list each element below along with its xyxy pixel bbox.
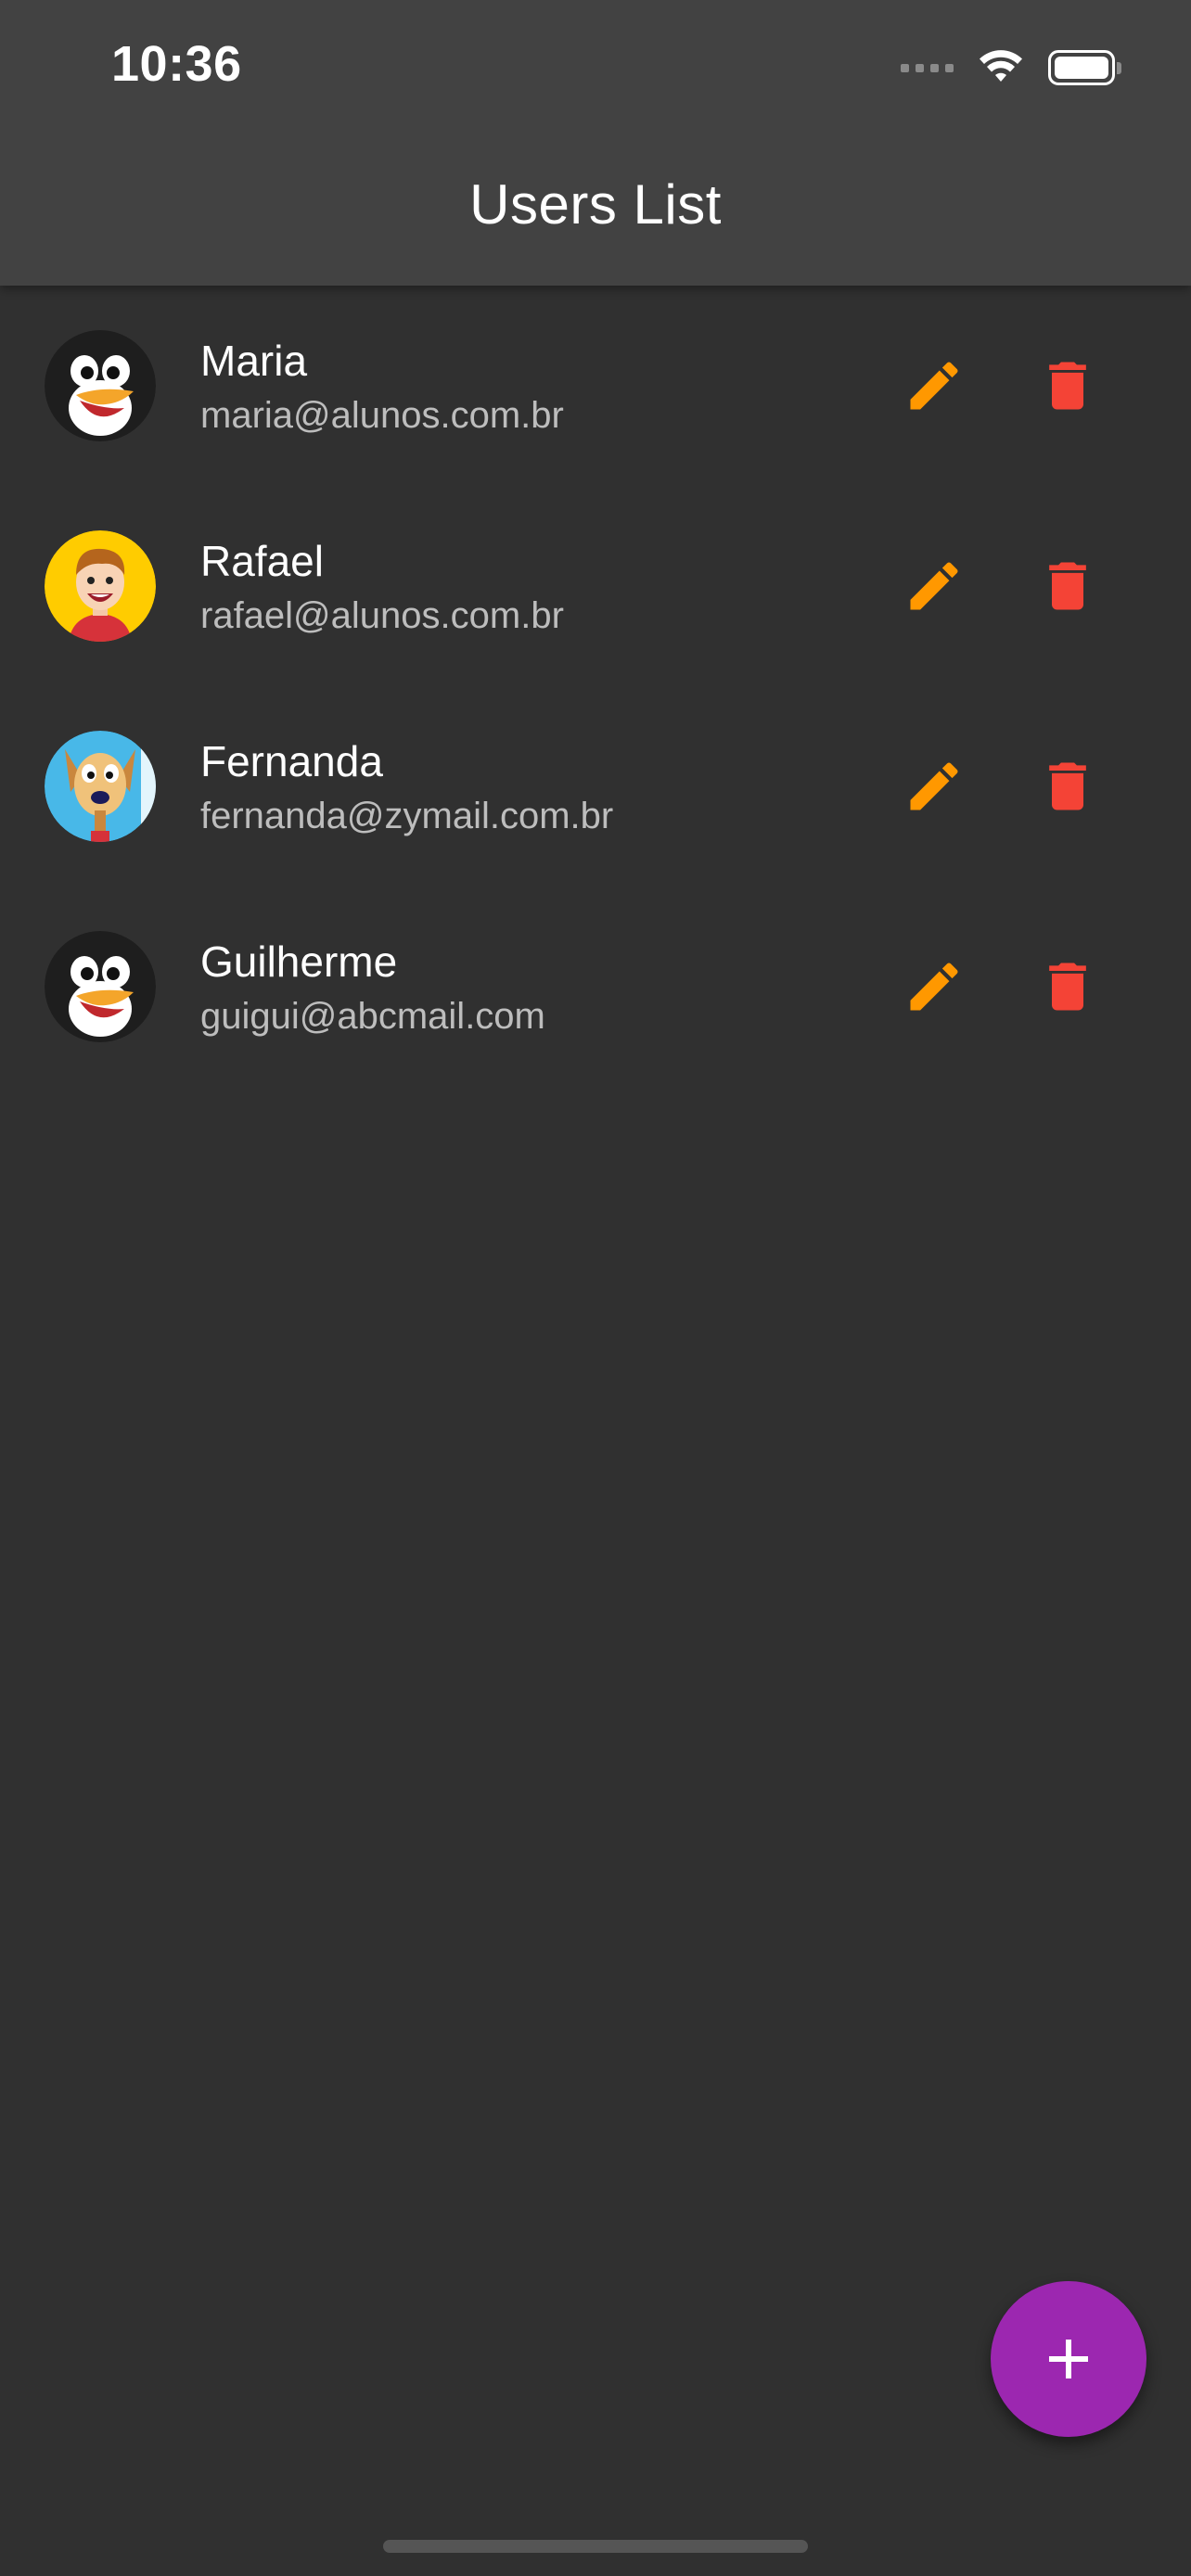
cellular-signal-icon	[901, 63, 954, 72]
delete-user-button[interactable]	[1023, 542, 1112, 631]
boy-avatar-icon	[45, 530, 156, 642]
trash-icon	[1049, 762, 1086, 810]
avatar	[45, 731, 156, 842]
user-name: Rafael	[200, 537, 324, 585]
pencil-icon	[910, 562, 958, 610]
users-list: Maria maria@alunos.com.br Rafael rafael@…	[0, 286, 1191, 1087]
trash-icon	[1049, 963, 1086, 1011]
plus-icon	[1049, 2340, 1088, 2378]
delete-user-button[interactable]	[1023, 942, 1112, 1031]
user-email: fernanda@zymail.com.br	[200, 796, 614, 836]
status-icons	[901, 46, 1121, 89]
list-item[interactable]: Rafael rafael@alunos.com.br	[0, 486, 1191, 686]
user-email: maria@alunos.com.br	[200, 395, 564, 436]
edit-user-button[interactable]	[890, 341, 979, 430]
add-user-button[interactable]	[991, 2281, 1146, 2437]
trash-icon	[1049, 562, 1086, 610]
list-item[interactable]: Fernanda fernanda@zymail.com.br	[0, 686, 1191, 886]
penguin-avatar-icon	[45, 931, 156, 1042]
pencil-icon	[910, 762, 958, 810]
status-time: 10:36	[111, 36, 242, 92]
wifi-icon	[980, 50, 1022, 82]
user-name: Guilherme	[200, 937, 398, 986]
pencil-icon	[910, 362, 958, 410]
avatar	[45, 931, 156, 1042]
battery-icon	[1048, 50, 1121, 85]
pencil-icon	[910, 963, 958, 1011]
penguin-avatar-icon	[45, 330, 156, 441]
user-name: Fernanda	[200, 737, 383, 785]
edit-user-button[interactable]	[890, 542, 979, 631]
edit-user-button[interactable]	[890, 742, 979, 831]
edit-user-button[interactable]	[890, 942, 979, 1031]
user-name: Maria	[200, 337, 308, 385]
trash-icon	[1049, 362, 1086, 410]
home-indicator[interactable]	[383, 2540, 808, 2553]
avatar	[45, 530, 156, 642]
page-title: Users List	[469, 173, 722, 236]
screen: 10:36 Users List Maria maria@alunos.com.…	[0, 0, 1191, 2576]
app-bar: 10:36 Users List	[0, 0, 1191, 286]
delete-user-button[interactable]	[1023, 742, 1112, 831]
delete-user-button[interactable]	[1023, 341, 1112, 430]
user-email: rafael@alunos.com.br	[200, 595, 564, 636]
list-item[interactable]: Maria maria@alunos.com.br	[0, 286, 1191, 486]
user-email: guigui@abcmail.com	[200, 996, 545, 1037]
avatar	[45, 330, 156, 441]
list-item[interactable]: Guilherme guigui@abcmail.com	[0, 886, 1191, 1087]
dog-avatar-icon	[45, 731, 156, 842]
